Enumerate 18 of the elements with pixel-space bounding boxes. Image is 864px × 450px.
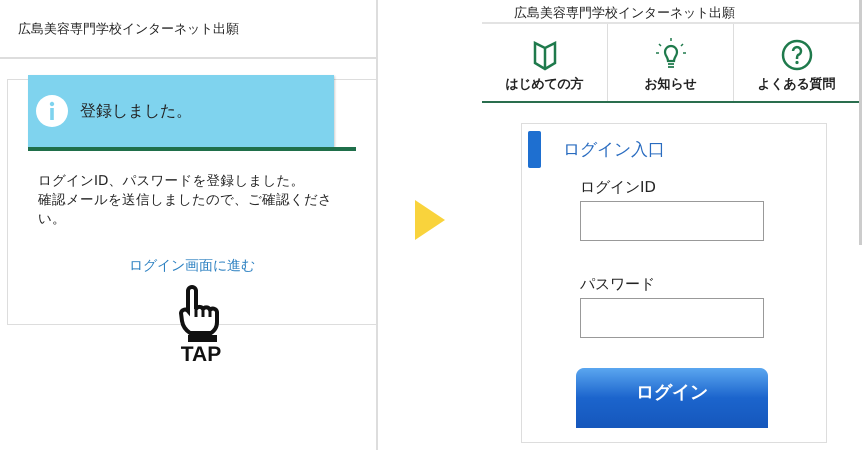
book-icon [532, 41, 556, 71]
heading-marker [528, 130, 541, 168]
field-label: ログインID [580, 178, 657, 197]
login-link[interactable]: ログイン画面に進む [129, 258, 255, 274]
page-title: 広島美容専門学校インターネット出願 [18, 20, 239, 38]
arrow-right-icon [415, 200, 445, 240]
login-button[interactable]: ログイン [576, 368, 768, 428]
lightbulb-icon [654, 37, 688, 71]
field-label: パスワード [580, 275, 656, 294]
input-field[interactable] [580, 298, 764, 338]
toast-message: 登録しました。 [80, 100, 192, 122]
info-icon [36, 95, 68, 127]
input-field[interactable] [580, 201, 764, 241]
page-title: 広島美容専門学校インターネット出願 [514, 5, 735, 22]
login-heading: ログイン入口 [563, 138, 665, 160]
question-icon [780, 39, 812, 71]
tap-label: TAP [180, 343, 222, 367]
message-text: ログインID、パスワードを登録しました。 確認メールを送信しましたので、ご確認ください。 [38, 172, 333, 229]
